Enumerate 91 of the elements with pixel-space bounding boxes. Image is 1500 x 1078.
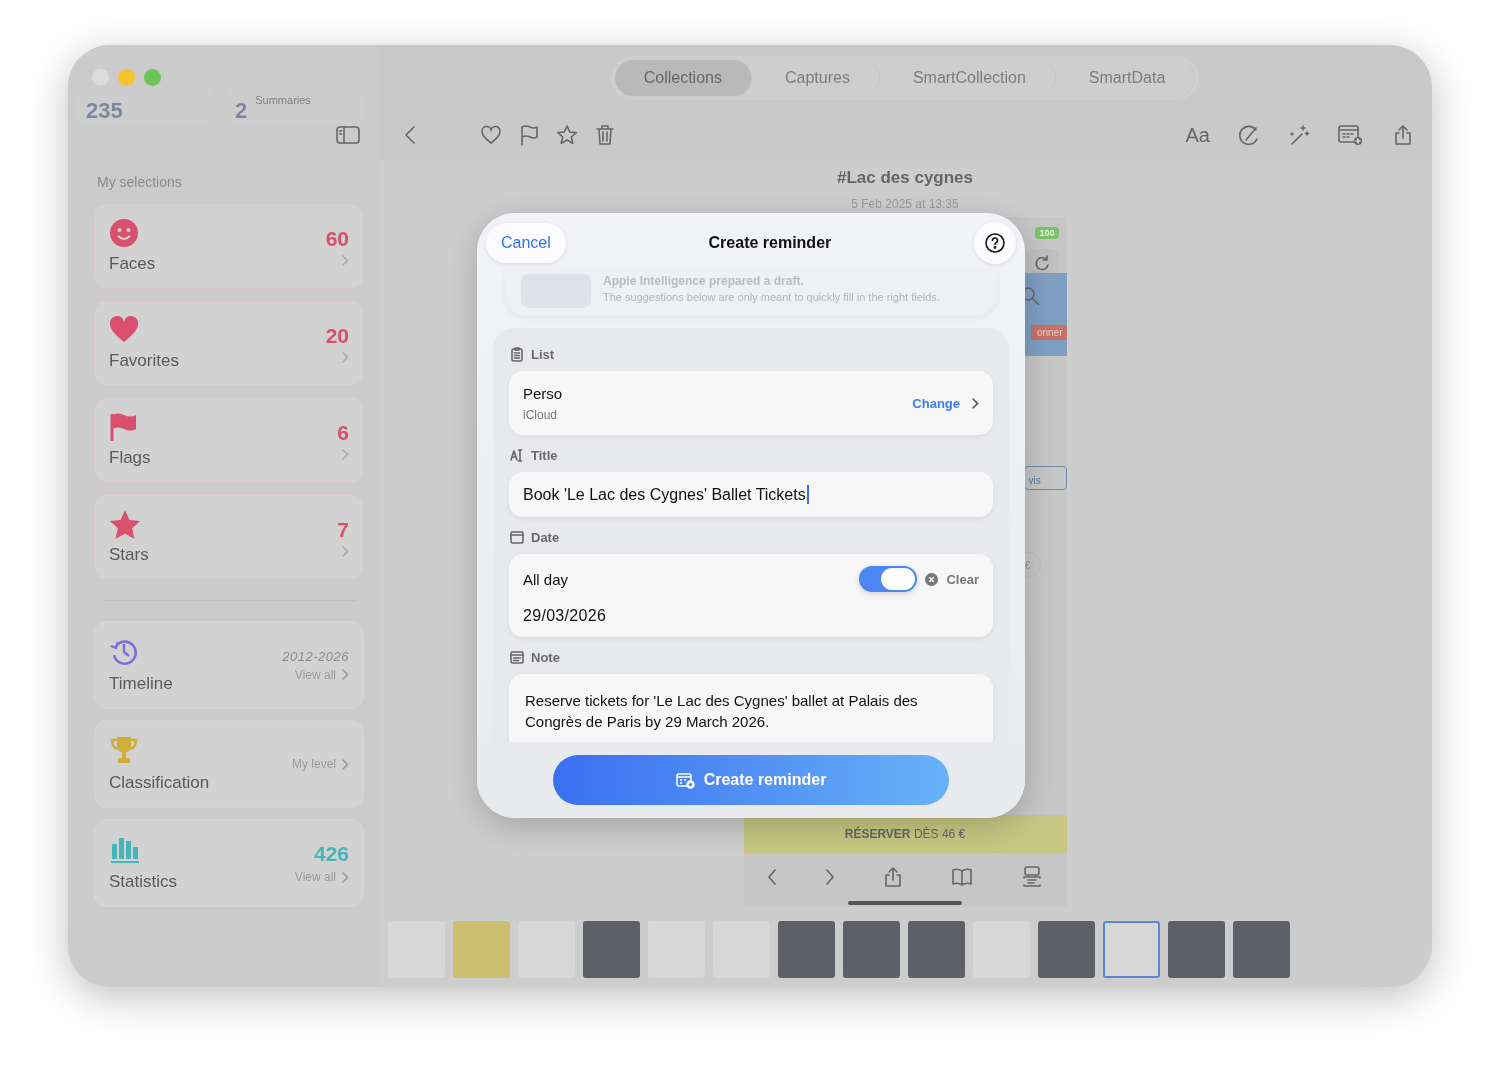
count-label: 7 xyxy=(337,517,349,542)
count-label: 60 xyxy=(325,226,349,251)
card-label: Timeline xyxy=(109,674,173,694)
card-label: Stars xyxy=(109,545,149,565)
text-size-button[interactable]: Aa xyxy=(1185,123,1210,147)
page-thumbnail[interactable] xyxy=(908,921,965,978)
all-day-switch[interactable] xyxy=(859,566,918,592)
tabs-icon[interactable] xyxy=(1020,866,1043,888)
page-thumbnail[interactable] xyxy=(1168,921,1225,978)
document-title: #Lac des cygnes xyxy=(836,168,974,188)
clear-button[interactable]: Clear xyxy=(925,571,979,587)
battery-badge: 100 xyxy=(1035,227,1059,239)
section-title: My selections xyxy=(97,174,183,190)
draft-text: The suggestions below are only meant to quickly fill in the right fields. xyxy=(603,290,940,305)
chevron-icon xyxy=(972,397,979,409)
tab[interactable]: Captures xyxy=(755,59,880,96)
list-account: iCloud xyxy=(523,407,559,422)
selection-card[interactable]: Flags 6 xyxy=(94,397,364,483)
selection-card[interactable]: Stars 7 xyxy=(94,494,364,580)
card-link[interactable]: View all xyxy=(294,870,349,884)
field-label: Note xyxy=(531,650,560,665)
stat-label: Summaries xyxy=(255,94,311,106)
calendar-add-icon[interactable] xyxy=(1338,123,1364,147)
page-thumbnail[interactable] xyxy=(583,921,640,978)
cancel-button[interactable]: Cancel xyxy=(486,223,566,263)
page-thumbnail[interactable] xyxy=(453,921,510,978)
list-name: Perso xyxy=(523,384,563,402)
trash-icon[interactable] xyxy=(594,124,616,146)
page-thumbnail[interactable] xyxy=(778,921,835,978)
help-icon[interactable] xyxy=(974,222,1016,264)
date-field[interactable]: 29/03/2026 xyxy=(523,607,979,625)
card-label: Favorites xyxy=(109,351,179,371)
dialog-title: Create reminder xyxy=(708,234,832,252)
list-picker[interactable]: Perso iCloud Change xyxy=(509,371,993,435)
chevron-icon xyxy=(342,871,349,883)
page-thumbnail[interactable] xyxy=(1103,921,1160,978)
markup-icon[interactable] xyxy=(1238,124,1260,146)
field-label: Date xyxy=(531,530,560,545)
field-label: List xyxy=(531,347,555,362)
web-button[interactable]: onner xyxy=(1030,325,1067,340)
card-label: Statistics xyxy=(109,872,178,892)
count-label: 426 xyxy=(313,842,349,866)
sidebar-toggle-icon[interactable] xyxy=(336,124,360,146)
flag-icon[interactable] xyxy=(518,124,540,146)
selection-card[interactable]: Faces 60 xyxy=(94,203,364,289)
star-icon[interactable] xyxy=(556,124,578,146)
tool-card[interactable]: Timeline 2012-2026 View all xyxy=(94,621,364,709)
count-label: 6 xyxy=(337,420,349,445)
note-field[interactable]: Reserve tickets for 'Le Lac des Cygnes' ballet at Palais des Congrès de Paris by 29 March 2026. xyxy=(509,674,993,742)
all-day-label: All day xyxy=(523,570,569,588)
chevron-icon xyxy=(342,545,349,557)
selection-card[interactable]: Favorites 20 xyxy=(94,300,364,386)
chevron-icon xyxy=(342,669,349,680)
magic-wand-icon[interactable] xyxy=(1288,124,1310,146)
tool-card[interactable]: Classification My level xyxy=(94,720,364,808)
change-button[interactable]: Change xyxy=(912,395,979,411)
note-icon xyxy=(510,650,524,665)
card-label: Classification xyxy=(109,773,210,793)
stat-value: 2 xyxy=(235,98,248,124)
title-field[interactable]: Book 'Le Lac des Cygnes' Ballet Tickets xyxy=(509,472,993,517)
calendar-add-icon xyxy=(675,771,695,789)
stat-value: 235 xyxy=(86,98,123,124)
card-label: Faces xyxy=(109,254,156,274)
clear-icon xyxy=(925,572,939,586)
count-label: 20 xyxy=(325,323,349,348)
text-cursor-icon xyxy=(510,448,524,463)
field-label: Title xyxy=(531,448,558,463)
tool-card[interactable]: Statistics 426 View all xyxy=(94,819,364,907)
chevron-icon xyxy=(342,351,349,363)
page-thumbnail[interactable] xyxy=(1038,921,1095,978)
book-icon[interactable] xyxy=(951,866,974,888)
chevron-icon xyxy=(342,758,349,770)
card-label: Flags xyxy=(109,448,151,468)
clipboard-icon xyxy=(510,347,524,362)
back-icon[interactable] xyxy=(767,869,778,885)
tab[interactable]: SmartCollection xyxy=(883,59,1056,96)
share-icon[interactable] xyxy=(1392,124,1414,146)
year-range: 2012-2026 xyxy=(282,648,349,664)
tab[interactable]: Collections xyxy=(614,59,752,96)
page-thumbnail[interactable] xyxy=(843,921,900,978)
calendar-icon xyxy=(510,530,524,545)
chevron-icon xyxy=(342,448,349,460)
chevron-icon xyxy=(342,254,349,266)
heart-icon[interactable] xyxy=(480,124,502,146)
tab[interactable]: SmartData xyxy=(1059,59,1196,96)
card-link[interactable]: My level xyxy=(292,757,349,771)
card-link[interactable]: View all xyxy=(294,667,349,682)
booking-banner[interactable]: RÉSERVER DÈS 46 € xyxy=(743,815,1067,853)
forward-icon[interactable] xyxy=(824,869,835,885)
create-reminder-button[interactable]: Create reminder xyxy=(553,755,949,805)
page-thumbnail[interactable] xyxy=(1233,921,1290,978)
